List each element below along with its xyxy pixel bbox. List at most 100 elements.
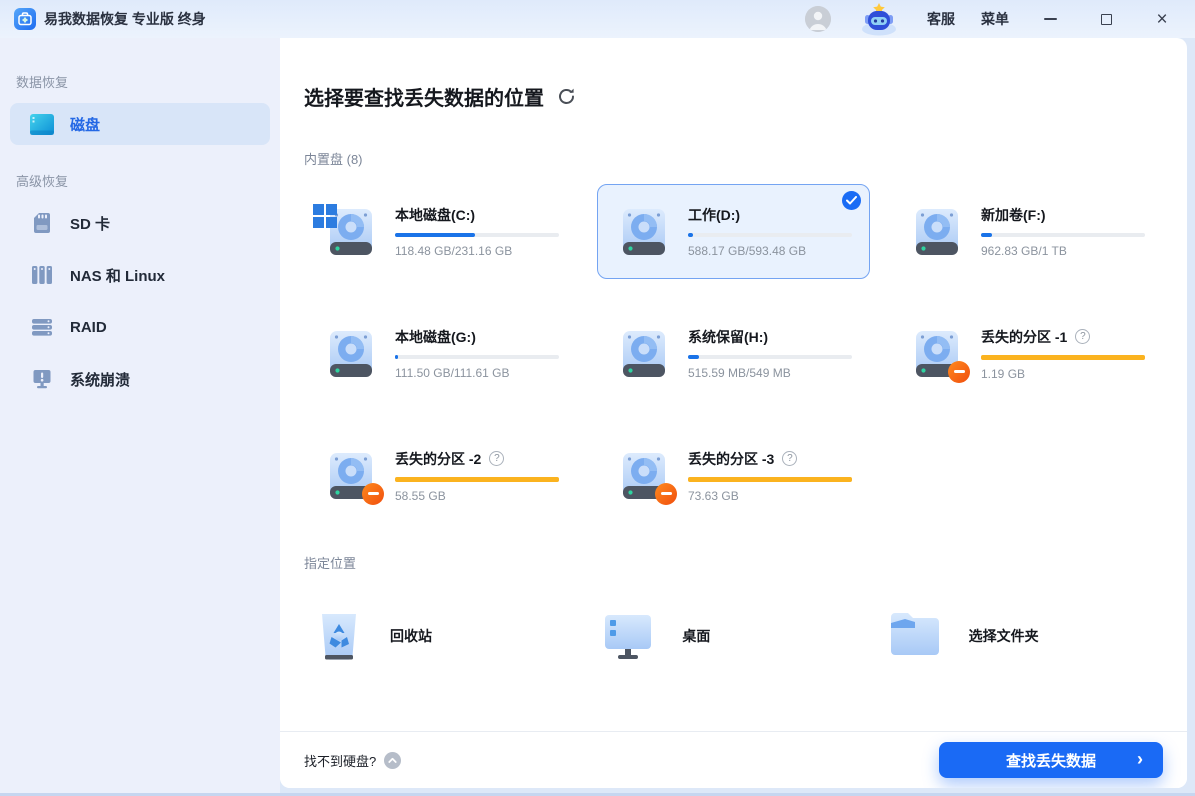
- drive-name: 本地磁盘(G:): [395, 327, 476, 347]
- maximize-button[interactable]: [1091, 6, 1121, 32]
- app-logo-icon: [14, 8, 36, 30]
- drive-grid: 本地磁盘(C:) 118.48 GB/231.16 GB 工作(D:) 588.…: [280, 184, 1187, 523]
- footer-bar: 找不到硬盘? 查找丢失数据 ›: [280, 731, 1187, 788]
- sidebar-item-sd-card[interactable]: SD 卡: [10, 202, 270, 244]
- customer-service-link[interactable]: 客服: [927, 9, 955, 29]
- folder-icon: [887, 609, 943, 664]
- drive-name: 工作(D:): [688, 205, 740, 225]
- drive-card-lost-3[interactable]: 丢失的分区 -3 ? 73.63 GB: [597, 428, 870, 523]
- sidebar-item-nas-linux[interactable]: NAS 和 Linux: [10, 254, 270, 296]
- drive-name: 本地磁盘(C:): [395, 205, 475, 225]
- drive-card-lost-2[interactable]: 丢失的分区 -2 ? 58.55 GB: [304, 428, 577, 523]
- capacity-bar: [688, 477, 852, 482]
- drive-size: 515.59 MB/549 MB: [688, 366, 852, 380]
- location-label: 回收站: [390, 626, 432, 646]
- drive-card-g[interactable]: 本地磁盘(G:) 111.50 GB/111.61 GB: [304, 306, 577, 401]
- lost-partition-icon: [948, 361, 970, 383]
- sidebar-item-raid[interactable]: RAID: [10, 306, 270, 348]
- lost-partition-icon: [655, 483, 677, 505]
- app-title: 易我数据恢复 专业版 终身: [44, 9, 206, 29]
- drive-icon: [323, 448, 379, 504]
- minimize-button[interactable]: [1035, 6, 1065, 32]
- menu-link[interactable]: 菜单: [981, 9, 1009, 29]
- sidebar-item-label: 磁盘: [70, 114, 100, 135]
- drive-name: 丢失的分区 -3: [688, 449, 774, 469]
- capacity-bar: [395, 355, 559, 359]
- sidebar-item-label: SD 卡: [70, 213, 110, 234]
- lost-partition-icon: [362, 483, 384, 505]
- capacity-bar: [395, 477, 559, 482]
- help-icon[interactable]: ?: [1075, 329, 1090, 344]
- help-icon[interactable]: ?: [489, 451, 504, 466]
- title-bar: 易我数据恢复 专业版 终身 客服 菜单 ×: [0, 0, 1195, 38]
- drive-size: 73.63 GB: [688, 489, 852, 503]
- location-select-folder[interactable]: 选择文件夹: [877, 596, 1163, 676]
- page-title: 选择要查找丢失数据的位置: [304, 82, 544, 111]
- capacity-bar: [688, 355, 852, 359]
- drive-name: 丢失的分区 -2: [395, 449, 481, 469]
- location-label: 桌面: [682, 626, 710, 646]
- cant-find-drive-link[interactable]: 找不到硬盘?: [304, 751, 376, 770]
- sidebar-item-label: NAS 和 Linux: [70, 265, 165, 286]
- arrow-right-icon: ›: [1137, 749, 1143, 770]
- scan-lost-data-button[interactable]: 查找丢失数据 ›: [939, 742, 1163, 778]
- maximize-icon: [1101, 14, 1112, 25]
- drive-icon: [323, 204, 379, 260]
- system-crash-icon: [30, 367, 54, 391]
- main-panel: 选择要查找丢失数据的位置 内置盘 (8) 本地磁盘(C:) 118.48 GB/…: [280, 38, 1187, 788]
- windows-logo-icon: [313, 204, 337, 228]
- location-desktop[interactable]: 桌面: [590, 596, 876, 676]
- drive-icon: [323, 326, 379, 382]
- sidebar-item-label: RAID: [70, 319, 107, 336]
- drive-name: 新加卷(F:): [981, 205, 1046, 225]
- capacity-bar: [981, 355, 1145, 360]
- drive-icon: [909, 326, 965, 382]
- drive-size: 588.17 GB/593.48 GB: [688, 244, 852, 258]
- internal-drives-label: 内置盘 (8): [304, 149, 1163, 168]
- sd-card-icon: [30, 211, 54, 235]
- drive-card-d[interactable]: 工作(D:) 588.17 GB/593.48 GB: [597, 184, 870, 279]
- drive-card-lost-1[interactable]: 丢失的分区 -1 ? 1.19 GB: [890, 306, 1163, 401]
- drive-icon: [616, 204, 672, 260]
- drive-size: 111.50 GB/111.61 GB: [395, 366, 559, 380]
- chevron-up-icon[interactable]: [384, 752, 401, 769]
- drive-card-f[interactable]: 新加卷(F:) 962.83 GB/1 TB: [890, 184, 1163, 279]
- drive-size: 1.19 GB: [981, 367, 1145, 381]
- drive-size: 58.55 GB: [395, 489, 559, 503]
- sidebar-item-system-crash[interactable]: 系统崩溃: [10, 358, 270, 400]
- drive-icon: [616, 448, 672, 504]
- user-avatar[interactable]: [805, 6, 831, 32]
- raid-icon: [30, 315, 54, 339]
- nas-icon: [30, 263, 54, 287]
- location-grid: 回收站 桌面 选择文件夹: [280, 596, 1187, 676]
- scan-button-label: 查找丢失数据: [1006, 753, 1096, 770]
- location-recycle-bin[interactable]: 回收站: [304, 596, 590, 676]
- location-label: 选择文件夹: [969, 626, 1039, 646]
- drive-card-h[interactable]: 系统保留(H:) 515.59 MB/549 MB: [597, 306, 870, 401]
- drive-icon: [616, 326, 672, 382]
- minimize-icon: [1044, 18, 1057, 20]
- help-icon[interactable]: ?: [782, 451, 797, 466]
- selected-check-icon: [842, 191, 861, 210]
- drive-size: 962.83 GB/1 TB: [981, 244, 1145, 258]
- drive-size: 118.48 GB/231.16 GB: [395, 244, 559, 258]
- sidebar-section-data-recovery: 数据恢复: [16, 72, 264, 91]
- drive-name: 系统保留(H:): [688, 327, 768, 347]
- assistant-robot-icon[interactable]: [857, 2, 901, 36]
- sidebar-item-disk[interactable]: 磁盘: [10, 103, 270, 145]
- disk-icon: [30, 112, 54, 136]
- capacity-bar: [395, 233, 559, 237]
- drive-name: 丢失的分区 -1: [981, 327, 1067, 347]
- capacity-bar: [688, 233, 852, 237]
- close-button[interactable]: ×: [1147, 6, 1177, 32]
- drive-card-c[interactable]: 本地磁盘(C:) 118.48 GB/231.16 GB: [304, 184, 577, 279]
- recycle-bin-icon: [314, 606, 364, 667]
- specified-locations-label: 指定位置: [304, 553, 1163, 572]
- refresh-icon[interactable]: [556, 86, 577, 107]
- close-icon: ×: [1156, 10, 1167, 29]
- drive-icon: [909, 204, 965, 260]
- capacity-bar: [981, 233, 1145, 237]
- sidebar-section-advanced-recovery: 高级恢复: [16, 171, 264, 190]
- desktop-icon: [600, 606, 656, 667]
- sidebar-item-label: 系统崩溃: [70, 369, 130, 390]
